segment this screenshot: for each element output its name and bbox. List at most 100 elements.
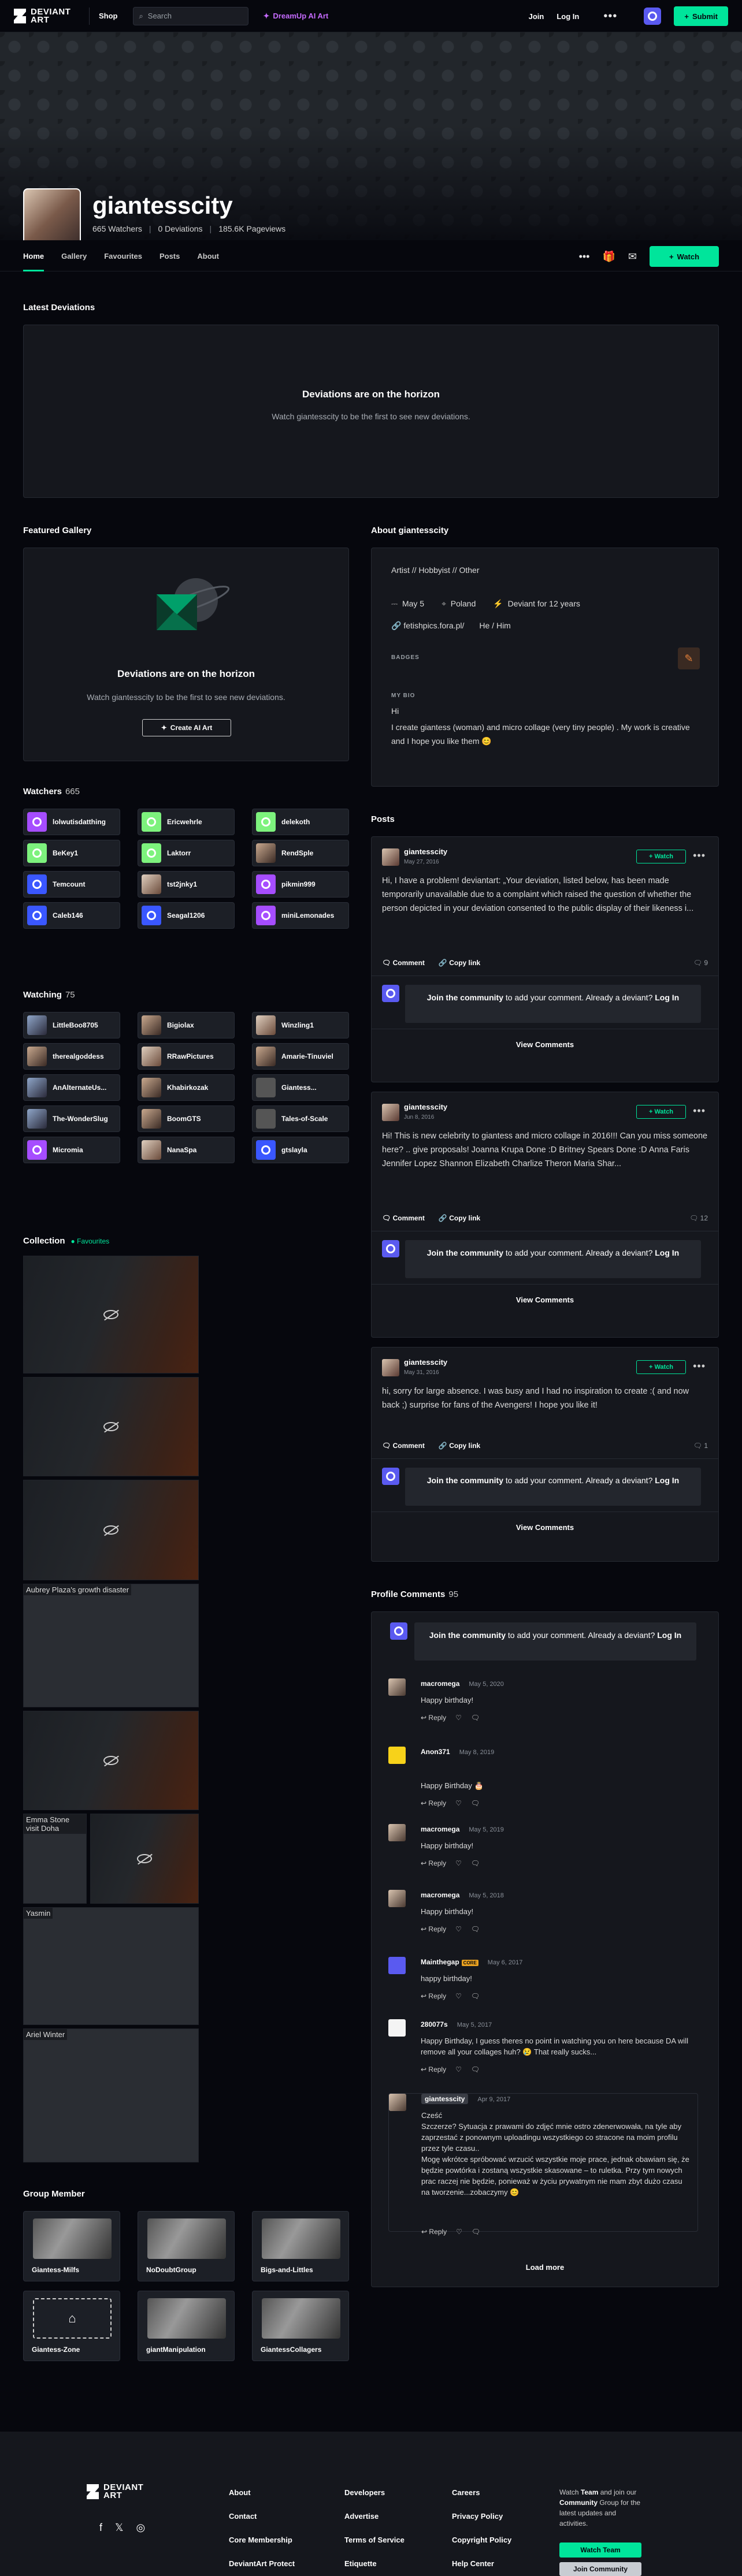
join-community-link[interactable]: Join the community xyxy=(427,993,503,1002)
group-card[interactable]: NoDoubtGroup xyxy=(138,2211,235,2281)
user-chip[interactable]: delekoth xyxy=(252,809,349,835)
user-chip[interactable]: Winzling1 xyxy=(252,1012,349,1038)
view-comments-link[interactable]: View Comments xyxy=(372,1040,718,1049)
footer-link-copyright[interactable]: Copyright Policy xyxy=(452,2536,511,2544)
reply-button[interactable]: ↩ Reply xyxy=(421,1925,446,1933)
more-icon[interactable]: ••• xyxy=(693,850,706,862)
login-link[interactable]: Log In xyxy=(655,1248,679,1257)
user-chip[interactable]: Laktorr xyxy=(138,840,235,866)
user-chip[interactable]: gtslayla xyxy=(252,1137,349,1163)
reply-button[interactable]: ↩ Reply xyxy=(421,1992,446,2000)
badge-icon[interactable]: ✎ xyxy=(678,647,700,669)
section-title-watching[interactable]: Watching 75 xyxy=(23,990,75,1000)
commenter-avatar[interactable] xyxy=(388,1890,406,1907)
user-chip[interactable]: Giantess... xyxy=(252,1074,349,1101)
heart-icon[interactable]: ♡ xyxy=(455,1925,462,1933)
more-icon[interactable]: ••• xyxy=(603,10,617,23)
footer-link-careers[interactable]: Careers xyxy=(452,2488,511,2497)
user-chip[interactable]: BoomGTS xyxy=(138,1105,235,1132)
watch-button[interactable]: + Watch xyxy=(636,1105,686,1119)
user-chip[interactable]: RendSple xyxy=(252,840,349,866)
join-link[interactable]: Join xyxy=(529,12,544,21)
website-link[interactable]: 🔗 fetishpics.fora.pl/ xyxy=(391,621,464,631)
heart-icon[interactable]: ♡ xyxy=(455,1859,462,1867)
collection-item-hidden[interactable] xyxy=(90,1814,199,1904)
user-chip[interactable]: therealgoddess xyxy=(23,1043,120,1070)
collection-item-hidden[interactable] xyxy=(23,1711,199,1810)
footer-link-developers[interactable]: Developers xyxy=(344,2488,405,2497)
commenter-name[interactable]: Anon371 xyxy=(421,1748,450,1756)
footer-logo[interactable]: DEVIANT ART xyxy=(87,2483,162,2500)
comment-icon[interactable]: 🗨 xyxy=(471,1992,480,2000)
user-chip[interactable]: Khabirkozak xyxy=(138,1074,235,1101)
user-chip[interactable]: pikmin999 xyxy=(252,871,349,898)
comment-date[interactable]: May 5, 2020 xyxy=(469,1681,504,1688)
author-avatar[interactable] xyxy=(382,1104,399,1121)
create-ai-art-button[interactable]: ✦ Create AI Art xyxy=(142,719,231,736)
footer-link-privacy[interactable]: Privacy Policy xyxy=(452,2512,511,2521)
user-chip[interactable]: Ericwehrle xyxy=(138,809,235,835)
copy-link-button[interactable]: 🔗 Copy link xyxy=(439,959,480,967)
join-community-link[interactable]: Join the community xyxy=(429,1631,506,1640)
join-community-link[interactable]: Join the community xyxy=(427,1248,503,1257)
commenter-name[interactable]: Mainthegap xyxy=(421,1958,459,1966)
comment-button[interactable]: 🗨 Comment xyxy=(382,1442,425,1450)
group-card[interactable]: ⌂ Giantess-Zone xyxy=(23,2291,120,2361)
user-chip[interactable]: Bigiolax xyxy=(138,1012,235,1038)
tab-favourites[interactable]: Favourites xyxy=(104,240,142,271)
user-avatar[interactable] xyxy=(644,8,662,25)
collection-tag[interactable]: ● Favourites xyxy=(71,1237,110,1245)
user-chip[interactable]: Temcount xyxy=(23,871,120,898)
heart-icon[interactable]: ♡ xyxy=(455,1799,462,1807)
collection-item-image[interactable]: Emma Stone visit Doha xyxy=(23,1814,87,1904)
user-chip[interactable]: AnAlternateUs... xyxy=(23,1074,120,1101)
footer-link-advertise[interactable]: Advertise xyxy=(344,2512,405,2521)
user-chip[interactable]: Tales-of-Scale xyxy=(252,1105,349,1132)
collection-item-image[interactable]: Ariel Winter xyxy=(23,2028,199,2162)
comment-icon[interactable]: 🗨 xyxy=(471,1714,480,1722)
comment-date[interactable]: May 5, 2018 xyxy=(469,1892,504,1899)
group-card[interactable]: GiantessCollagers xyxy=(252,2291,349,2361)
footer-link-core[interactable]: Core Membership xyxy=(229,2536,295,2544)
post-text[interactable]: Hi! This is new celebrity to giantess an… xyxy=(382,1129,708,1171)
section-title-watchers[interactable]: Watchers 665 xyxy=(23,787,80,796)
commenter-name[interactable]: macromega xyxy=(421,1825,459,1833)
commenter-avatar[interactable] xyxy=(388,1824,406,1841)
comment-date[interactable]: Apr 9, 2017 xyxy=(477,2096,510,2103)
post-author[interactable]: giantesscity xyxy=(404,1103,447,1111)
facebook-icon[interactable]: f xyxy=(99,2522,102,2534)
gift-icon[interactable]: 🎁 xyxy=(602,251,615,263)
commenter-name[interactable]: giantesscity xyxy=(421,2094,469,2104)
reply-button[interactable]: ↩ Reply xyxy=(421,1799,446,1807)
copy-link-button[interactable]: 🔗 Copy link xyxy=(439,1214,480,1222)
commenter-avatar[interactable] xyxy=(388,1957,406,1974)
user-chip[interactable]: BeKey1 xyxy=(23,840,120,866)
user-chip[interactable]: tst2jnky1 xyxy=(138,871,235,898)
watch-button[interactable]: + Watch xyxy=(650,246,719,267)
author-avatar[interactable] xyxy=(382,1359,399,1376)
user-chip[interactable]: miniLemonades xyxy=(252,902,349,929)
load-more-button[interactable]: Load more xyxy=(371,2263,719,2272)
login-link[interactable]: Log In xyxy=(556,12,579,21)
watch-button[interactable]: + Watch xyxy=(636,850,686,863)
user-chip[interactable]: Amarie-Tinuviel xyxy=(252,1043,349,1070)
comment-icon[interactable]: 🗨 xyxy=(471,1859,480,1867)
deviantart-logo[interactable]: DEVIANT ART xyxy=(14,8,89,24)
heart-icon[interactable]: ♡ xyxy=(456,2228,462,2236)
commenter-avatar[interactable] xyxy=(389,2094,406,2111)
login-link[interactable]: Log In xyxy=(655,1476,679,1485)
commenter-avatar[interactable] xyxy=(388,1747,406,1764)
search-input[interactable]: ⌕ Search xyxy=(132,6,248,25)
join-community-button[interactable]: Join Community xyxy=(559,2562,641,2576)
profile-avatar[interactable] xyxy=(23,188,81,240)
reply-button[interactable]: ↩ Reply xyxy=(421,1714,446,1722)
comment-icon[interactable]: 🗨 xyxy=(471,1925,480,1933)
footer-link-terms[interactable]: Terms of Service xyxy=(344,2536,405,2544)
user-chip[interactable]: RRawPictures xyxy=(138,1043,235,1070)
collection-item-hidden[interactable] xyxy=(23,1256,199,1373)
author-avatar[interactable] xyxy=(382,848,399,866)
comment-button[interactable]: 🗨 Comment xyxy=(382,1214,425,1222)
footer-link-contact[interactable]: Contact xyxy=(229,2512,295,2521)
view-comments-link[interactable]: View Comments xyxy=(372,1296,718,1304)
more-icon[interactable]: ••• xyxy=(693,1360,706,1372)
